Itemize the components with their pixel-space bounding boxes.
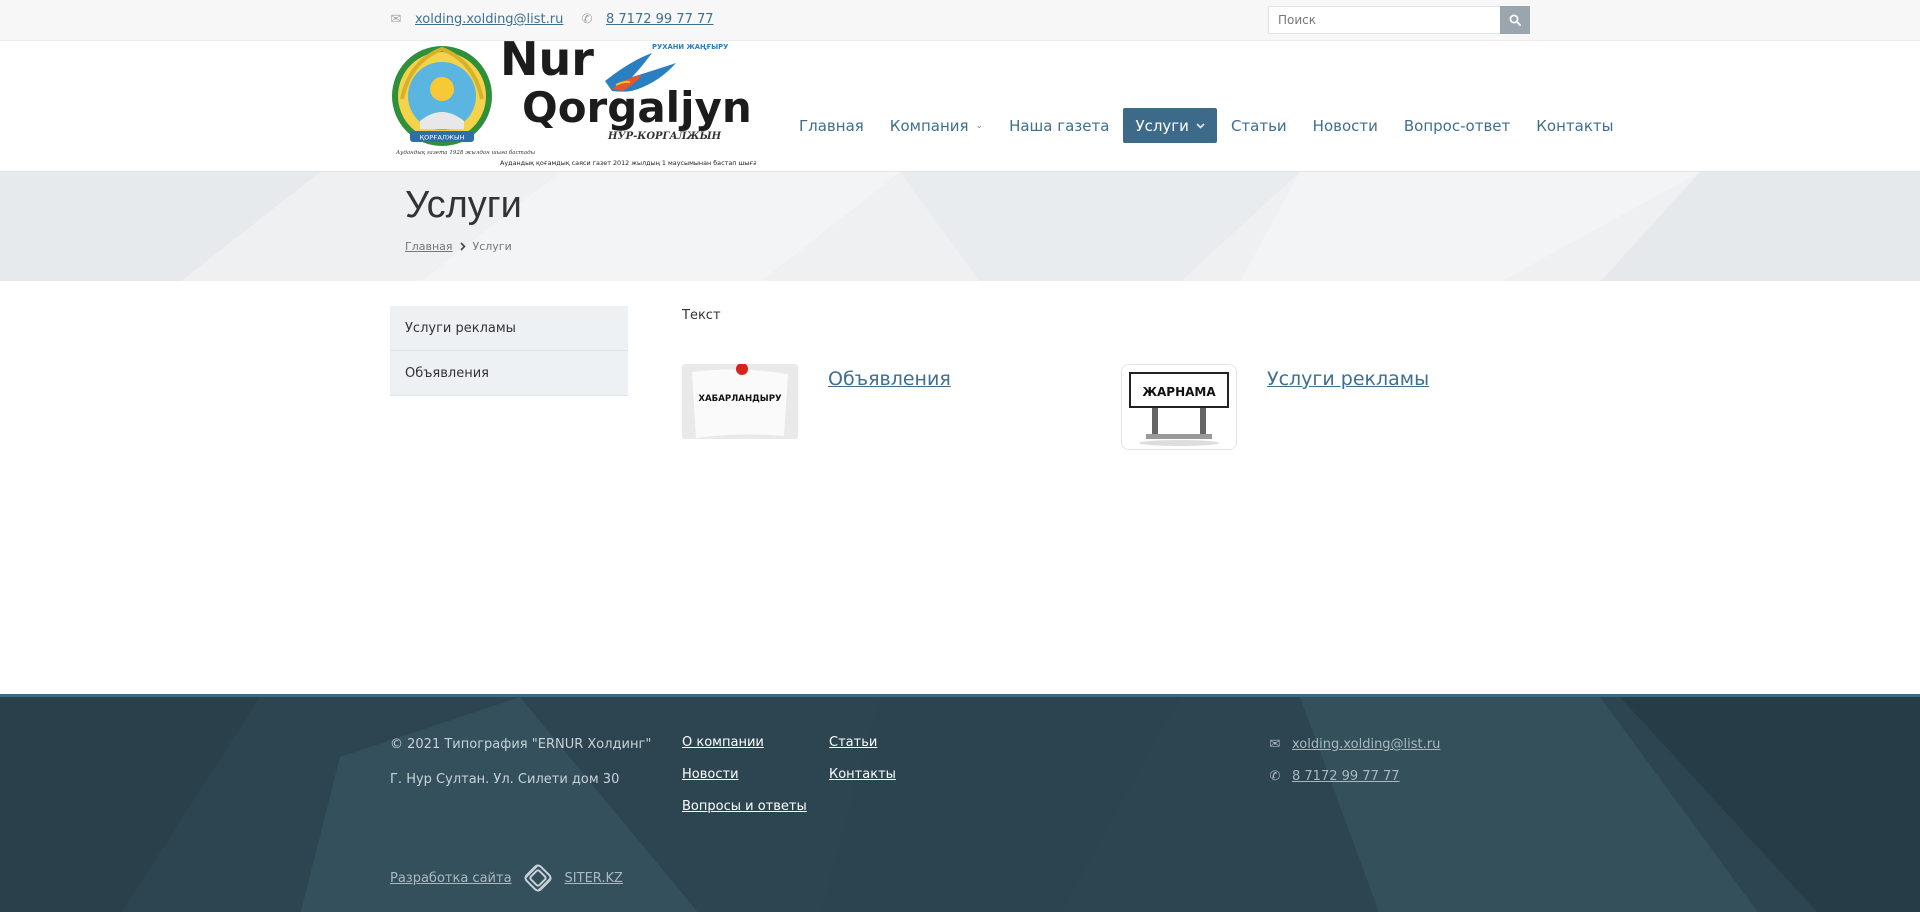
- emblem-icon: ҚОРҒАЛЖЫН: [392, 46, 492, 146]
- footer-link-contacts[interactable]: Контакты: [829, 767, 896, 782]
- siter-logo-icon: [523, 864, 552, 892]
- chevron-down-icon: [1196, 122, 1205, 129]
- billboard-image: ЖАРНАМА: [1122, 365, 1236, 449]
- page-title: Услуги: [405, 184, 522, 226]
- nav-item-label: Статьи: [1230, 116, 1287, 135]
- topbar-phone: ✆ 8 7172 99 77 77: [581, 12, 714, 27]
- nav-item-news[interactable]: Новости: [1301, 108, 1390, 143]
- breadcrumb-current: Услуги: [472, 240, 512, 253]
- sidebar-item-announcements[interactable]: Объявления: [390, 351, 628, 396]
- topbar-phone-link[interactable]: 8 7172 99 77 77: [606, 12, 714, 27]
- svg-text:Аудандық қоғамдық саяси газет: Аудандық қоғамдық саяси газет 2012 жылды…: [500, 159, 756, 167]
- top-bar: ✉ xolding.xolding@list.ru ✆ 8 7172 99 77…: [0, 0, 1920, 41]
- breadcrumb: Главная Услуги: [405, 240, 512, 253]
- footer-address: Г. Нур Султан. Ул. Силети дом 30: [390, 772, 620, 787]
- breadcrumb-home[interactable]: Главная: [405, 240, 453, 253]
- footer-link-about[interactable]: О компании: [682, 735, 764, 750]
- footer-background-pattern: [0, 697, 1920, 912]
- chevron-right-icon: [459, 242, 466, 251]
- svg-text:НУР-КОРГАЛЖЫН: НУР-КОРГАЛЖЫН: [607, 131, 722, 142]
- site-logo[interactable]: ҚОРҒАЛЖЫН Аудандық газета 1928 жылдан шы…: [390, 32, 784, 169]
- svg-text:Qorgaljyn: Qorgaljyn: [522, 83, 752, 132]
- site-header: ҚОРҒАЛЖЫН Аудандық газета 1928 жылдан шы…: [0, 32, 1920, 171]
- footer-email: ✉ xolding.xolding@list.ru: [1268, 737, 1441, 752]
- footer-phone: ✆ 8 7172 99 77 77: [1268, 769, 1400, 784]
- svg-text:РУХАНИ ЖАҢҒЫРУ: РУХАНИ ЖАҢҒЫРУ: [652, 43, 729, 51]
- nav-item-company[interactable]: Компания ⌄: [878, 108, 995, 143]
- nav-item-faq[interactable]: Вопрос-ответ: [1392, 108, 1522, 143]
- search-input[interactable]: [1268, 6, 1500, 34]
- footer-email-link[interactable]: xolding.xolding@list.ru: [1292, 737, 1440, 752]
- footer-copyright: © 2021 Типография "ERNUR Холдинг": [390, 737, 652, 752]
- service-title-link[interactable]: Объявления: [828, 368, 951, 439]
- envelope-icon: ✉: [390, 12, 402, 27]
- nav-item-label: Наша газета: [1009, 116, 1110, 135]
- svg-text:ЖАРНАМА: ЖАРНАМА: [1142, 385, 1216, 399]
- nav-item-services[interactable]: Услуги: [1123, 108, 1217, 143]
- nav-item-label: Компания: [889, 116, 969, 135]
- svg-text:Аудандық газета 1928 жылдан шы: Аудандық газета 1928 жылдан шыға бастады: [395, 149, 536, 156]
- envelope-icon: ✉: [1269, 737, 1281, 752]
- nav-item-label: Новости: [1312, 116, 1378, 135]
- search-icon: [1509, 14, 1521, 26]
- phone-icon: ✆: [581, 12, 593, 27]
- nav-item-home[interactable]: Главная: [787, 108, 876, 143]
- nav-item-newspaper[interactable]: Наша газета: [997, 108, 1121, 143]
- logo-image: ҚОРҒАЛЖЫН Аудандық газета 1928 жылдан шы…: [392, 32, 784, 167]
- sidebar-item-ad-services[interactable]: Услуги рекламы: [390, 306, 628, 351]
- service-thumb-link[interactable]: ХАБАРЛАНДЫРУ: [682, 364, 798, 439]
- search-button[interactable]: [1500, 6, 1530, 34]
- nav-item-label: Услуги: [1135, 116, 1189, 135]
- content-intro-text: Текст: [682, 308, 721, 323]
- service-title-link[interactable]: Услуги рекламы: [1267, 368, 1429, 450]
- footer-phone-link[interactable]: 8 7172 99 77 77: [1292, 769, 1400, 784]
- footer-link-faq[interactable]: Вопросы и ответы: [682, 799, 807, 814]
- svg-text:ХАБАРЛАНДЫРУ: ХАБАРЛАНДЫРУ: [698, 394, 782, 404]
- svg-text:ҚОРҒАЛЖЫН: ҚОРҒАЛЖЫН: [420, 134, 465, 142]
- service-card: ЖАРНАМА Услуги рекламы: [1121, 364, 1429, 450]
- footer-link-articles[interactable]: Статьи: [829, 735, 877, 750]
- main-nav: Главная Компания ⌄ Наша газета Услуги Ста…: [787, 108, 1627, 143]
- service-card: ХАБАРЛАНДЫРУ Объявления: [682, 364, 951, 439]
- band-background-pattern: [0, 172, 1920, 281]
- chevron-down-icon: ⌄: [975, 120, 984, 131]
- nav-item-label: Главная: [799, 116, 864, 135]
- topbar-email: ✉ xolding.xolding@list.ru: [390, 12, 564, 27]
- svg-text:Nur: Nur: [500, 41, 594, 86]
- phone-icon: ✆: [1269, 769, 1281, 784]
- developer-name: SITER.KZ: [564, 870, 623, 886]
- nav-item-contacts[interactable]: Контакты: [1524, 108, 1625, 143]
- topbar-email-link[interactable]: xolding.xolding@list.ru: [415, 12, 563, 27]
- nav-item-articles[interactable]: Статьи: [1219, 108, 1299, 143]
- developer-label: Разработка сайта: [390, 870, 512, 886]
- search-form: [1268, 6, 1530, 34]
- page-title-band: Услуги Главная Услуги: [0, 171, 1920, 281]
- footer-link-news[interactable]: Новости: [682, 767, 739, 782]
- service-thumb-link[interactable]: ЖАРНАМА: [1121, 364, 1237, 450]
- site-footer: © 2021 Типография "ERNUR Холдинг" Г. Нур…: [0, 694, 1920, 912]
- developer-credit[interactable]: Разработка сайта SITER.KZ: [390, 859, 623, 897]
- sidebar-menu: Услуги рекламы Объявления: [390, 306, 628, 396]
- announcement-image: ХАБАРЛАНДЫРУ: [682, 364, 798, 439]
- nav-item-label: Контакты: [1536, 116, 1614, 135]
- nav-item-label: Вопрос-ответ: [1403, 116, 1511, 135]
